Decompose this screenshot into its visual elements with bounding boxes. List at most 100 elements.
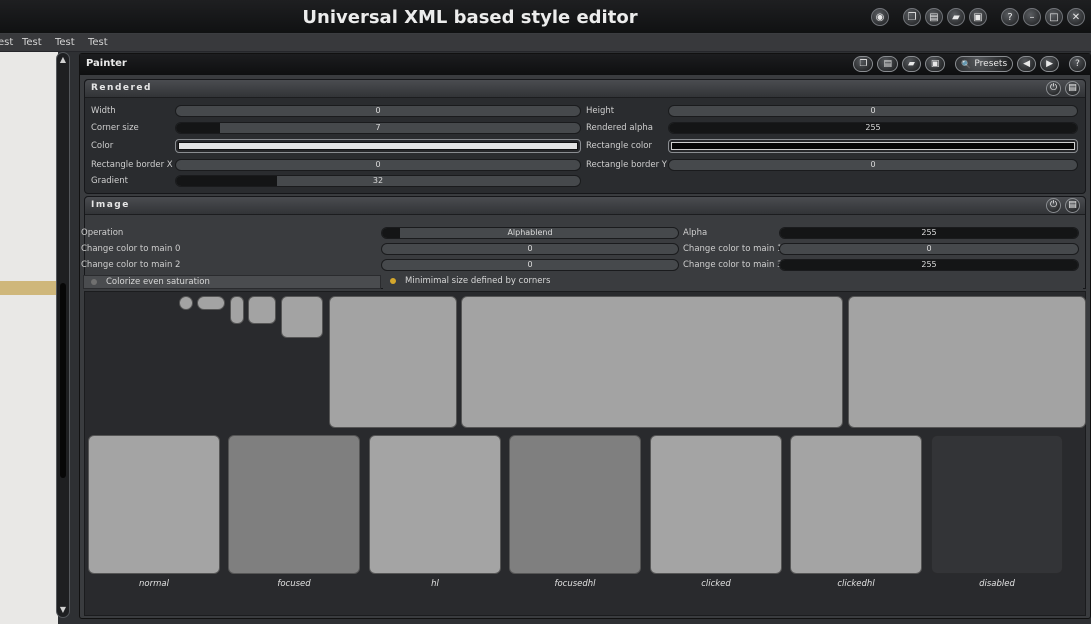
search-icon: 🔍 [961,59,972,69]
style-list-scrollbar[interactable]: ▲ ▼ [56,52,70,618]
menu-bar: est Test Test Test [0,34,1091,52]
state-clicked-label: clicked [701,579,731,589]
alpha-slider[interactable]: 255 [779,227,1079,239]
operation-label: Operation [81,228,124,238]
scroll-down-icon[interactable]: ▼ [58,605,68,615]
presets-label: Presets [974,59,1008,69]
title-bar: Universal XML based style editor ◉ ❐ ▤ ▰… [0,0,1091,34]
preview-shape [281,296,323,338]
main0-value: 0 [527,244,533,253]
border-x-slider[interactable]: 0 [175,159,581,171]
painter-panel: Painter ❐ ▤ ▰ ▣ 🔍 Presets ◀ ▶ ? Rendered… [79,53,1091,619]
menu-icon[interactable]: ▤ [1065,81,1080,96]
help-icon[interactable]: ? [1069,56,1086,72]
rendered-header: Rendered ⏻ ▤ [85,80,1085,98]
corner-size-slider[interactable]: 7 [175,122,581,134]
main1-label: Change color to main 1 [683,244,783,254]
rectangle-color-picker[interactable] [668,139,1078,153]
preview-shape [248,296,276,324]
state-clickedhl-swatch [790,435,922,574]
minimal-size-label: Minimimal size defined by corners [405,276,551,286]
state-hl-swatch [369,435,501,574]
maximize-icon[interactable]: □ [1045,8,1063,26]
menu-item[interactable]: Test [55,37,75,48]
open-icon[interactable]: ▰ [947,8,965,26]
power-icon[interactable]: ⏻ [1046,198,1061,213]
menu-item[interactable]: Test [22,37,42,48]
save-icon[interactable]: ▣ [969,8,987,26]
style-list[interactable] [0,52,58,624]
color-picker[interactable] [175,139,581,153]
state-normal-label: normal [139,579,169,589]
corner-size-label: Corner size [91,123,139,133]
color-swatch [178,142,578,150]
menu-item[interactable]: est [0,37,13,48]
state-clickedhl-label: clickedhl [837,579,875,589]
painter-header: Painter ❐ ▤ ▰ ▣ 🔍 Presets ◀ ▶ ? [80,54,1090,75]
rendered-alpha-value: 255 [865,123,881,132]
preview-shape [179,296,193,310]
state-disabled-swatch [931,435,1063,574]
rendered-alpha-slider[interactable]: 255 [668,122,1078,134]
preview-shape [329,296,457,428]
alpha-label: Alpha [683,228,708,238]
power-icon[interactable]: ⏻ [1046,81,1061,96]
border-x-label: Rectangle border X [91,160,173,170]
image-title: Image [91,200,130,210]
scroll-up-icon[interactable]: ▲ [58,55,68,65]
state-clicked-swatch [650,435,782,574]
main2-slider[interactable]: 0 [381,259,679,271]
state-disabled-label: disabled [979,579,1015,589]
previous-icon[interactable]: ◀ [1017,56,1037,72]
presets-button[interactable]: 🔍 Presets [955,56,1014,72]
scrollbar-thumb[interactable] [60,283,66,478]
rectangle-color-swatch [671,142,1075,150]
main0-label: Change color to main 0 [81,244,181,254]
minimal-size-option[interactable]: Minimimal size defined by corners [383,275,1083,289]
width-value: 0 [375,106,381,115]
colorize-option[interactable]: Colorize even saturation [83,275,381,289]
main3-label: Change color to main 3 [683,260,783,270]
state-focused-swatch [228,435,360,574]
preview-shape [230,296,244,324]
height-value: 0 [870,106,876,115]
copy-icon[interactable]: ❐ [853,56,874,72]
image-header: Image ⏻ ▤ [85,197,1085,215]
menu-icon[interactable]: ▤ [1065,198,1080,213]
paste-icon[interactable]: ▤ [925,8,943,26]
menu-item[interactable]: Test [88,37,108,48]
help-icon[interactable]: ? [1001,8,1019,26]
gradient-value: 32 [372,176,384,185]
width-label: Width [91,106,116,116]
minimize-icon[interactable]: – [1023,8,1041,26]
preview-area: normal focused hl focusedhl clicked clic… [84,291,1086,616]
border-y-slider[interactable]: 0 [668,159,1078,171]
copy-icon[interactable]: ❐ [903,8,921,26]
rendered-alpha-label: Rendered alpha [586,123,653,133]
width-slider[interactable]: 0 [175,105,581,117]
main3-slider[interactable]: 255 [779,259,1079,271]
operation-value: Alphablend [507,228,553,237]
next-icon[interactable]: ▶ [1040,56,1059,72]
rendered-title: Rendered [91,83,152,93]
minimal-size-radio[interactable] [390,278,396,284]
corner-size-value: 7 [375,123,381,132]
open-icon[interactable]: ▰ [901,56,921,72]
gradient-slider[interactable]: 32 [175,175,581,187]
paste-icon[interactable]: ▤ [877,56,898,72]
rectangle-color-label: Rectangle color [586,141,652,151]
save-icon[interactable]: ▣ [924,56,946,72]
border-y-label: Rectangle border Y [586,160,667,170]
main0-slider[interactable]: 0 [381,243,679,255]
main3-value: 255 [921,260,937,269]
eye-icon[interactable]: ◉ [871,8,889,26]
colorize-radio[interactable] [91,279,97,285]
height-slider[interactable]: 0 [668,105,1078,117]
gradient-label: Gradient [91,176,128,186]
close-icon[interactable]: ✕ [1067,8,1085,26]
operation-select[interactable]: Alphablend [381,227,679,239]
state-hl-label: hl [431,579,439,589]
selected-list-item[interactable] [0,281,56,295]
main1-slider[interactable]: 0 [779,243,1079,255]
height-label: Height [586,106,615,116]
